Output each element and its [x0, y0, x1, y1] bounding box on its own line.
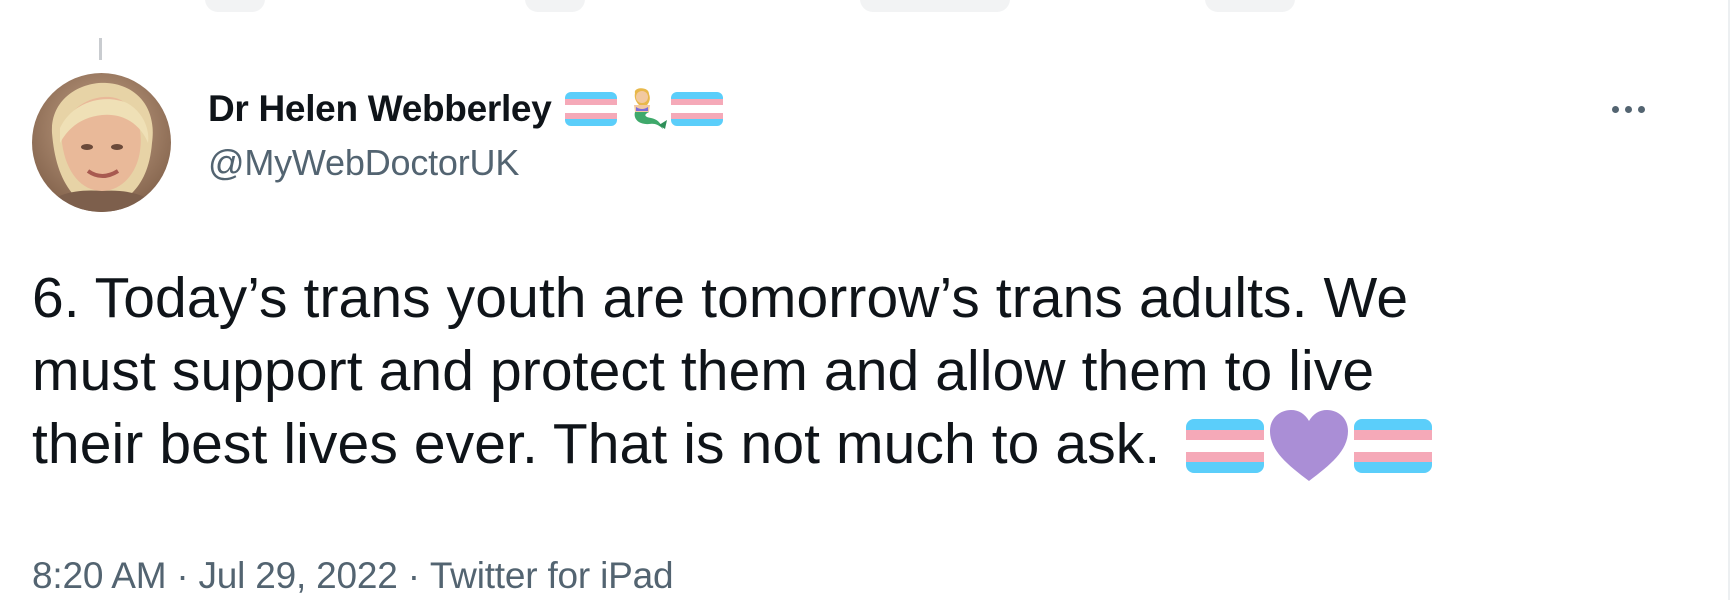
tweet-text-line: must support and protect them and allow …: [32, 339, 1375, 403]
transgender-flag-icon: [565, 92, 618, 126]
tweet-text-line-last: their best lives ever. That is not much …: [32, 408, 1672, 483]
tweet-text-line: 6. Today’s trans youth are tomorrow’s tr…: [32, 266, 1409, 330]
merperson-icon: [619, 87, 669, 131]
tweet-source-link[interactable]: Twitter for iPad: [430, 555, 674, 596]
author-display-name[interactable]: Dr Helen Webberley: [208, 88, 552, 130]
thread-connector-line: [99, 38, 102, 60]
tweet-date-link[interactable]: Jul 29, 2022: [198, 555, 397, 596]
tweet-text: 6. Today’s trans youth are tomorrow’s tr…: [32, 262, 1672, 483]
tweet-time-link[interactable]: 8:20 AM: [32, 555, 167, 596]
meta-separator: ·: [176, 555, 189, 596]
name-emoji-group: [565, 87, 724, 131]
meta-separator: ·: [407, 555, 420, 596]
more-dot-icon: [1611, 105, 1619, 113]
more-options-button[interactable]: [1600, 94, 1656, 124]
transgender-flag-icon: [671, 92, 724, 126]
more-dot-icon: [1624, 105, 1632, 113]
transgender-flag-icon: [1186, 419, 1265, 473]
tweet-text-line: their best lives ever. That is not much …: [32, 412, 1161, 476]
tweet-header: Dr Helen Webberley @MyWebDoctorUK: [208, 86, 724, 184]
transgender-flag-icon: [1354, 419, 1433, 473]
author-name-row[interactable]: Dr Helen Webberley: [208, 86, 724, 132]
author-handle[interactable]: @MyWebDoctorUK: [208, 142, 723, 184]
tweet-meta: 8:20 AM · Jul 29, 2022 · Twitter for iPad: [32, 555, 674, 597]
tweet-detail-view: Dr Helen Webberley @MyWebDoctorUK 6. Tod…: [0, 0, 1730, 600]
more-dot-icon: [1637, 105, 1645, 113]
tweet-emoji-group: [1186, 409, 1433, 483]
avatar[interactable]: [32, 73, 171, 212]
previous-tweet-actions-fade: [0, 0, 1730, 22]
purple-heart-icon: [1268, 409, 1350, 483]
